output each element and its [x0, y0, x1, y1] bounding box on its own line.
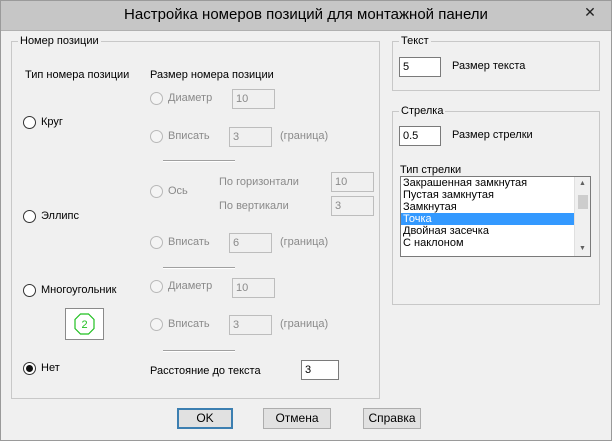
separator-3 — [163, 350, 235, 352]
radio-ellipse-label[interactable]: Эллипс — [41, 210, 79, 222]
radio-circle-diameter[interactable] — [150, 92, 163, 105]
radio-none-label[interactable]: Нет — [41, 362, 60, 374]
radio-circle-label[interactable]: Круг — [41, 116, 63, 128]
scroll-down-icon[interactable]: ▼ — [575, 242, 590, 256]
distance-input[interactable]: 3 — [301, 360, 339, 380]
separator-1 — [163, 160, 235, 162]
ellipse-vertical-input[interactable]: 3 — [331, 196, 374, 216]
arrow-type-option[interactable]: С наклоном — [401, 237, 590, 249]
polygon-diameter-label: Диаметр — [168, 280, 213, 292]
ellipse-fit-label: Вписать — [168, 236, 210, 248]
dialog-window: Настройка номеров позиций для монтажной … — [0, 0, 612, 441]
radio-polygon-fit[interactable] — [150, 318, 163, 331]
radio-polygon-label[interactable]: Многоугольник — [41, 284, 116, 296]
ellipse-horizontal-label: По горизонтали — [219, 176, 299, 188]
arrow-type-option[interactable]: Закрашенная замкнутая — [401, 177, 590, 189]
separator-2 — [163, 267, 235, 269]
arrow-type-option[interactable]: Точка — [401, 213, 590, 225]
ellipse-fit-suffix: (граница) — [280, 236, 329, 248]
polygon-preview: 2 — [65, 308, 104, 340]
polygon-fit-label: Вписать — [168, 318, 210, 330]
scroll-thumb[interactable] — [578, 195, 588, 209]
arrow-type-list: Закрашенная замкнутая Пустая замкнутая Зам… — [401, 177, 590, 249]
radio-circle-fit[interactable] — [150, 130, 163, 143]
arrow-type-label: Тип стрелки — [400, 164, 462, 176]
text-size-input[interactable]: 5 — [399, 57, 441, 77]
polygon-preview-number: 2 — [81, 319, 87, 331]
window-title: Настройка номеров позиций для монтажной … — [124, 6, 488, 23]
radio-ellipse[interactable] — [23, 210, 36, 223]
listbox-scrollbar[interactable]: ▲ ▼ — [574, 177, 590, 256]
position-number-group-label: Номер позиции — [18, 35, 101, 48]
scroll-up-icon[interactable]: ▲ — [575, 177, 590, 191]
ellipse-axis-label: Ось — [168, 185, 188, 197]
arrow-group-label: Стрелка — [399, 105, 446, 118]
arrow-type-option[interactable]: Пустая замкнутая — [401, 189, 590, 201]
arrow-type-option[interactable]: Замкнутая — [401, 201, 590, 213]
polygon-fit-suffix: (граница) — [280, 318, 329, 330]
circle-fit-label: Вписать — [168, 130, 210, 142]
close-icon[interactable]: ✕ — [573, 2, 607, 22]
size-heading: Размер номера позиции — [150, 69, 274, 81]
text-group-label: Текст — [399, 35, 431, 48]
circle-diameter-input[interactable]: 10 — [232, 89, 275, 109]
title-bar[interactable]: Настройка номеров позиций для монтажной … — [1, 1, 611, 31]
octagon-icon: 2 — [74, 313, 95, 335]
distance-label: Расстояние до текста — [150, 365, 261, 377]
ellipse-vertical-label: По вертикали — [219, 200, 289, 212]
polygon-fit-input[interactable]: 3 — [229, 315, 272, 335]
ok-button[interactable]: OK — [177, 408, 233, 429]
ellipse-fit-input[interactable]: 6 — [229, 233, 272, 253]
text-size-label: Размер текста — [452, 60, 526, 72]
type-heading: Тип номера позиции — [25, 69, 130, 81]
ellipse-horizontal-input[interactable]: 10 — [331, 172, 374, 192]
radio-circle[interactable] — [23, 116, 36, 129]
arrow-type-listbox[interactable]: Закрашенная замкнутая Пустая замкнутая Зам… — [400, 176, 591, 257]
radio-none[interactable] — [23, 362, 36, 375]
help-button[interactable]: Справка — [363, 408, 421, 429]
radio-ellipse-fit[interactable] — [150, 236, 163, 249]
radio-ellipse-axis[interactable] — [150, 185, 163, 198]
circle-fit-input[interactable]: 3 — [229, 127, 272, 147]
cancel-button[interactable]: Отмена — [263, 408, 331, 429]
circle-diameter-label: Диаметр — [168, 92, 213, 104]
circle-fit-suffix: (граница) — [280, 130, 329, 142]
radio-polygon[interactable] — [23, 284, 36, 297]
radio-polygon-diameter[interactable] — [150, 280, 163, 293]
arrow-size-input[interactable]: 0.5 — [399, 126, 441, 146]
polygon-diameter-input[interactable]: 10 — [232, 278, 275, 298]
arrow-type-option[interactable]: Двойная засечка — [401, 225, 590, 237]
arrow-size-label: Размер стрелки — [452, 129, 533, 141]
